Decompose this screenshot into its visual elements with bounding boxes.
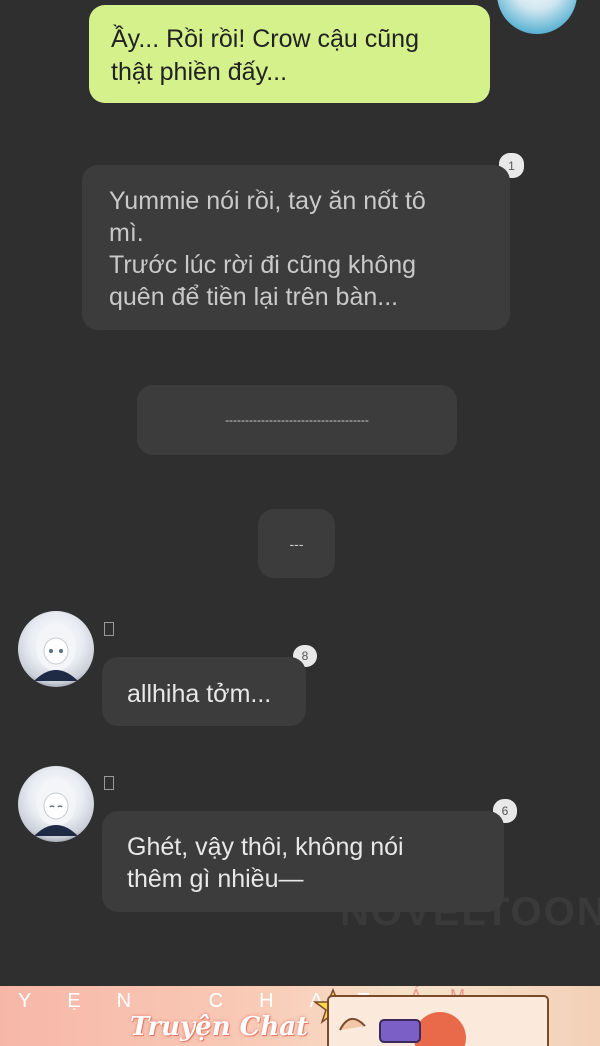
cartoon-character-icon bbox=[327, 995, 549, 1046]
message-text: Ghét, vậy thôi, không nói thêm gì nhiều— bbox=[127, 833, 404, 893]
promo-banner[interactable]: YẸN CHAT. ÁM PHA Truyện Chat bbox=[0, 986, 600, 1046]
anime-girl-icon bbox=[34, 623, 78, 681]
anime-girl-icon bbox=[34, 778, 78, 836]
avatar-top-right[interactable] bbox=[497, 0, 577, 34]
sender-name-glyph bbox=[104, 622, 114, 636]
message-text: Yummie nói rồi, tay ăn nốt tô mì. Trước … bbox=[109, 187, 426, 311]
message-text: allhiha tởm... bbox=[127, 680, 272, 708]
message-text: Ầy... Rồi rồi! Crow cậu cũng thật phiền … bbox=[111, 25, 419, 86]
message-bubble-short-separator[interactable]: --- bbox=[258, 509, 335, 578]
message-bubble-separator[interactable]: ------------------------------------ bbox=[137, 385, 457, 455]
character-avatar[interactable] bbox=[18, 766, 94, 842]
separator-text: --- bbox=[289, 535, 304, 552]
message-bubble-narration[interactable]: Yummie nói rồi, tay ăn nốt tô mì. Trước … bbox=[82, 165, 510, 330]
sender-name-glyph bbox=[104, 776, 114, 790]
message-bubble-incoming[interactable]: Ghét, vậy thôi, không nói thêm gì nhiều— bbox=[102, 811, 504, 912]
banner-title: Truyện Chat bbox=[130, 1012, 309, 1042]
separator-text: ------------------------------------ bbox=[225, 413, 369, 427]
message-bubble-incoming[interactable]: allhiha tởm... bbox=[102, 657, 306, 726]
character-avatar[interactable] bbox=[18, 611, 94, 687]
message-bubble-outgoing[interactable]: Ầy... Rồi rồi! Crow cậu cũng thật phiền … bbox=[89, 5, 490, 103]
